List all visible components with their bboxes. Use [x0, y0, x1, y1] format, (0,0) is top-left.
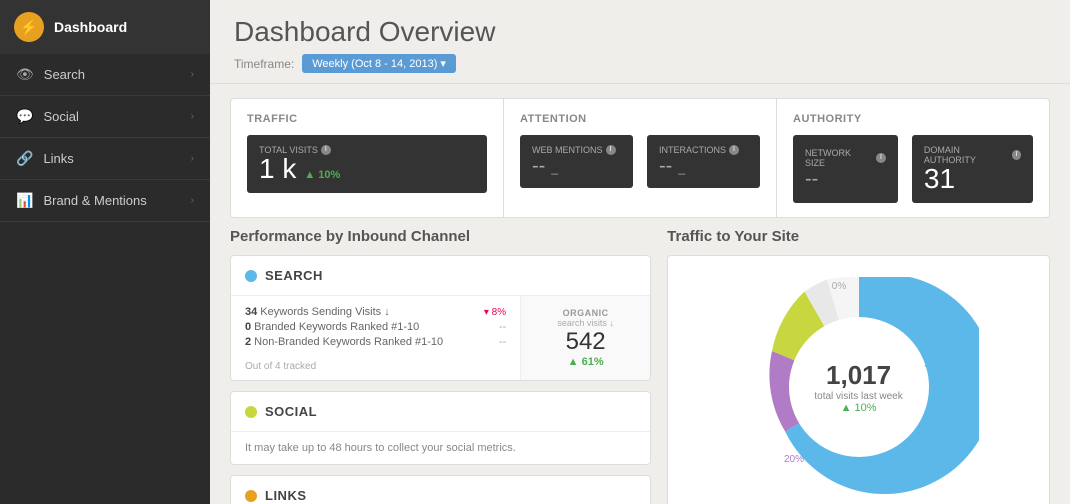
web-mentions-value: --	[532, 155, 545, 178]
panels-row: Performance by Inbound Channel SEARCH 34…	[210, 228, 1070, 504]
search-channel-name: SEARCH	[265, 268, 323, 283]
authority-section-title: Authority	[793, 113, 1033, 125]
sidebar: ⚡ Dashboard 👁 Search › 💬 Social › 🔗 Link…	[0, 0, 210, 504]
stats-bar: Traffic TOTAL VISITS i 1 k ▲ 10% Attenti…	[230, 98, 1050, 218]
domain-authority-block: DOMAIN AUTHORITY i 31	[912, 135, 1033, 203]
domain-authority-label: DOMAIN AUTHORITY i	[924, 145, 1021, 165]
search-channel-card: SEARCH 34 Keywords Sending Visits ↓ ▾ 8%…	[230, 255, 651, 381]
search-dot	[245, 270, 257, 282]
chevron-right-icon: ›	[191, 153, 194, 164]
eye-icon: 👁	[16, 66, 34, 83]
organic-change: ▲ 61%	[568, 356, 604, 368]
sidebar-brand-label: Brand & Mentions	[43, 193, 146, 208]
interactions-label: INTERACTIONS i	[659, 145, 739, 155]
interactions-sub: _	[678, 161, 685, 175]
sidebar-social-label: Social	[43, 109, 78, 124]
attention-section-title: Attention	[520, 113, 760, 125]
traffic-section-title: Traffic	[247, 113, 487, 125]
chevron-right-icon: ›	[191, 69, 194, 80]
web-mentions-label: WEB MENTIONS i	[532, 145, 616, 155]
sidebar-links-label: Links	[43, 151, 73, 166]
chat-icon: 💬	[16, 108, 33, 125]
network-size-label: NETWORK SIZE i	[805, 148, 886, 168]
dashboard-icon: ⚡	[14, 12, 44, 42]
organic-value: 542	[566, 328, 606, 356]
timeframe-dropdown[interactable]: Weekly (Oct 8 - 14, 2013) ▾	[302, 54, 456, 73]
page-header: Dashboard Overview Timeframe: Weekly (Oc…	[210, 0, 1070, 84]
authority-section: Authority NETWORK SIZE i -- DOMAIN AUTHO	[777, 99, 1049, 217]
search-channel-stats: 34 Keywords Sending Visits ↓ ▾ 8% 0 Bran…	[231, 296, 520, 361]
interactions-value: --	[659, 155, 672, 178]
sidebar-header-title: Dashboard	[54, 19, 127, 35]
domain-authority-value: 31	[924, 163, 955, 194]
chart-icon: 📊	[16, 192, 33, 209]
segment-label-3: 7%	[779, 329, 794, 340]
info-icon: i	[1012, 150, 1021, 160]
social-dot	[245, 406, 257, 418]
inbound-channel-title: Performance by Inbound Channel	[230, 228, 651, 245]
organic-sub: search visits ↓	[557, 318, 614, 328]
social-channel-header: SOCIAL	[231, 392, 650, 432]
traffic-section: Traffic TOTAL VISITS i 1 k ▲ 10%	[231, 99, 504, 217]
search-stat-branded: 0 Branded Keywords Ranked #1-10 --	[245, 321, 506, 333]
info-icon: i	[321, 145, 331, 155]
links-channel-name: LINKS	[265, 488, 307, 503]
sidebar-item-social[interactable]: 💬 Social ›	[0, 96, 210, 138]
traffic-donut-container: 53% 20% 7% 0% 1,017 total visits last we…	[667, 255, 1050, 504]
segment-label-1: 53%	[924, 359, 944, 370]
interactions-block: INTERACTIONS i -- _	[647, 135, 760, 188]
links-channel-card: LINKS VISITS from	[230, 475, 651, 504]
web-mentions-sub: _	[551, 161, 558, 175]
donut-center-text: 1,017 total visits last week ▲ 10%	[814, 360, 902, 414]
links-dot	[245, 490, 257, 502]
link-icon: 🔗	[16, 150, 33, 167]
sidebar-item-brand[interactable]: 📊 Brand & Mentions ›	[0, 180, 210, 222]
donut-total: 1,017	[814, 360, 902, 391]
total-visits-block: TOTAL VISITS i 1 k ▲ 10%	[247, 135, 487, 193]
timeframe-label: Timeframe:	[234, 57, 294, 71]
main-content: Dashboard Overview Timeframe: Weekly (Oc…	[210, 0, 1070, 504]
search-stat-nonbranded: 2 Non-Branded Keywords Ranked #1-10 --	[245, 336, 506, 348]
search-channel-out: Out of 4 tracked	[231, 361, 520, 380]
traffic-chart-title: Traffic to Your Site	[667, 228, 1050, 245]
sidebar-search-label: Search	[44, 67, 85, 82]
attention-section: Attention WEB MENTIONS i -- _	[504, 99, 777, 217]
search-organic-block: ORGANIC search visits ↓ 542 ▲ 61%	[520, 296, 650, 380]
total-visits-value: 1 k	[259, 155, 296, 183]
sidebar-item-search[interactable]: 👁 Search ›	[0, 54, 210, 96]
links-channel-header: LINKS	[231, 476, 650, 504]
segment-label-2: 20%	[784, 454, 804, 465]
network-size-value: --	[805, 168, 818, 190]
network-size-block: NETWORK SIZE i --	[793, 135, 898, 203]
inbound-channel-panel: Performance by Inbound Channel SEARCH 34…	[230, 228, 651, 504]
donut-change: ▲ 10%	[814, 402, 902, 414]
social-channel-card: SOCIAL It may take up to 48 hours to col…	[230, 391, 651, 465]
info-icon: i	[606, 145, 616, 155]
total-visits-change: ▲ 10%	[304, 169, 340, 181]
chevron-right-icon: ›	[191, 195, 194, 206]
organic-label: ORGANIC	[563, 308, 609, 318]
info-icon: i	[876, 153, 886, 163]
traffic-chart-panel: Traffic to Your Site	[667, 228, 1050, 504]
sidebar-header[interactable]: ⚡ Dashboard	[0, 0, 210, 54]
chevron-right-icon: ›	[191, 111, 194, 122]
web-mentions-block: WEB MENTIONS i -- _	[520, 135, 633, 188]
social-message: It may take up to 48 hours to collect yo…	[231, 432, 650, 464]
social-channel-name: SOCIAL	[265, 404, 317, 419]
search-stat-keywords: 34 Keywords Sending Visits ↓ ▾ 8%	[245, 306, 506, 318]
sidebar-item-links[interactable]: 🔗 Links ›	[0, 138, 210, 180]
info-icon: i	[729, 145, 739, 155]
segment-label-4: 0%	[831, 281, 846, 292]
page-title: Dashboard Overview	[234, 16, 1046, 48]
search-channel-header: SEARCH	[231, 256, 650, 296]
donut-label: total visits last week	[814, 391, 902, 402]
